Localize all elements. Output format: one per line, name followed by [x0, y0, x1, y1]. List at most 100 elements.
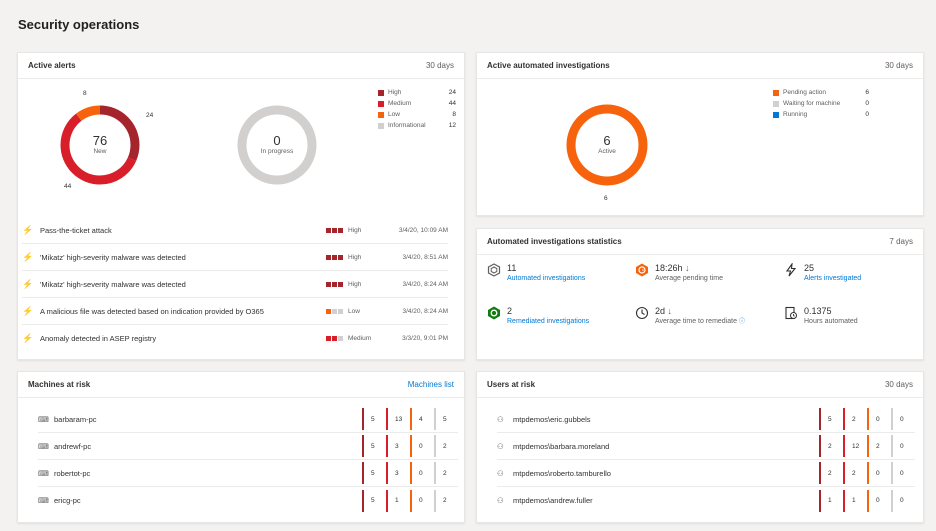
legend-item-pending[interactable]: Pending action 6 [773, 87, 869, 98]
machines-at-risk-card: Machines at risk Machines list ⌨ barbara… [17, 371, 465, 523]
stat-remediated-investigations: 2 Remediated investigations [487, 306, 589, 327]
active-alerts-range[interactable]: 30 days [426, 61, 454, 70]
arrow-down-icon: ↓ [685, 263, 690, 273]
user-row[interactable]: ⚇ mtpdemos\barbara.moreland 2 12 2 0 [497, 433, 915, 460]
info-icon[interactable]: ⓘ [739, 319, 745, 325]
stats-header: Automated investigations statistics 7 da… [477, 229, 923, 255]
person-icon: ⚇ [497, 496, 504, 505]
alerts-legend: High 24 Medium 44 Low 8 Informational 12 [378, 87, 456, 131]
medium-count: 2 [843, 408, 867, 430]
alert-row[interactable]: ⚡ Anomaly detected in ASEP registry Medi… [22, 325, 448, 352]
investigations-legend: Pending action 6 Waiting for machine 0 Run… [773, 87, 869, 120]
stat-hours-automated: 0.1375 Hours automated [784, 306, 858, 327]
new-alerts-label: New [93, 148, 107, 155]
machine-row[interactable]: ⌨ ericg-pc 5 1 0 2 [38, 487, 458, 514]
low-count: 0 [410, 435, 434, 457]
laptop-icon: ⌨ [38, 468, 49, 478]
lightning-icon: ⚡ [22, 224, 34, 235]
alert-row[interactable]: ⚡ 'Mikatz' high-severity malware was det… [22, 271, 448, 298]
auto-investigations-card: Active automated investigations 30 days … [476, 52, 924, 216]
users-at-risk-card: Users at risk 30 days ⚇ mtpdemos\eric.gu… [476, 371, 924, 523]
medium-count: 12 [843, 435, 867, 457]
legend-item-running[interactable]: Running 0 [773, 109, 869, 120]
callout-pending: 6 [604, 195, 608, 202]
clock-icon [635, 306, 649, 320]
alert-row[interactable]: ⚡ A malicious file was detected based on… [22, 298, 448, 325]
lightning-icon: ⚡ [22, 278, 34, 289]
legend-swatch [378, 89, 384, 96]
callout-high: 24 [146, 112, 154, 119]
legend-swatch [773, 100, 779, 107]
high-count: 5 [362, 462, 386, 484]
auto-investigations-header: Active automated investigations 30 days [477, 53, 923, 79]
lightning-icon: ⚡ [22, 305, 34, 316]
severity-indicator: High [326, 254, 388, 261]
machine-row[interactable]: ⌨ barbaram-pc 5 13 4 5 [38, 406, 458, 433]
alert-row[interactable]: ⚡ Pass-the-ticket attack High 3/4/20, 10… [22, 217, 448, 244]
medium-count: 1 [843, 489, 867, 512]
severity-indicator: Medium [326, 335, 388, 342]
user-row[interactable]: ⚇ mtpdemos\andrew.fuller 1 1 0 0 [497, 487, 915, 514]
in-progress-count: 0 [273, 133, 281, 148]
person-icon: ⚇ [497, 468, 504, 478]
machines-header: Machines at risk Machines list [18, 372, 464, 398]
medium-count: 3 [386, 462, 410, 484]
laptop-icon: ⌨ [38, 441, 49, 451]
users-header: Users at risk 30 days [477, 372, 923, 398]
low-count: 0 [410, 462, 434, 484]
stat-average-pending-time: 18:26h ↓ Average pending time [635, 263, 723, 284]
legend-swatch [378, 122, 384, 129]
remediated-investigations-link[interactable]: Remediated investigations [507, 317, 589, 327]
stats-range[interactable]: 7 days [889, 237, 913, 246]
hexagon-icon [487, 263, 501, 277]
alert-bolt-icon [785, 263, 797, 277]
alerts-investigated-link[interactable]: Alerts investigated [804, 274, 861, 284]
new-alerts-center: 76 New [60, 133, 140, 155]
high-count: 2 [819, 462, 843, 484]
medium-count: 2 [843, 462, 867, 484]
stat-average-time-to-remediate: 2d ↓ Average time to remediate ⓘ [635, 306, 745, 327]
high-count: 2 [819, 435, 843, 457]
medium-count: 3 [386, 435, 410, 457]
informational-count: 0 [891, 462, 915, 484]
remediated-hexagon-icon [488, 306, 500, 320]
low-count: 0 [867, 408, 891, 430]
legend-item-high[interactable]: High 24 [378, 87, 456, 98]
stat-automated-investigations: 11 Automated investigations [487, 263, 585, 284]
automated-investigations-link[interactable]: Automated investigations [507, 274, 585, 284]
legend-item-medium[interactable]: Medium 44 [378, 98, 456, 109]
users-range[interactable]: 30 days [885, 380, 913, 389]
auto-investigations-range[interactable]: 30 days [885, 61, 913, 70]
informational-count: 2 [434, 489, 458, 512]
low-count: 0 [867, 489, 891, 512]
page-title: Security operations [18, 17, 140, 32]
high-count: 1 [819, 489, 843, 512]
low-count: 4 [410, 408, 434, 430]
legend-swatch [378, 111, 384, 118]
machines-list-link[interactable]: Machines list [408, 380, 454, 389]
informational-count: 2 [434, 435, 458, 457]
user-row[interactable]: ⚇ mtpdemos\roberto.tamburello 2 2 0 0 [497, 460, 915, 487]
legend-item-low[interactable]: Low 8 [378, 109, 456, 120]
legend-item-informational[interactable]: Informational 12 [378, 120, 456, 131]
legend-item-waiting[interactable]: Waiting for machine 0 [773, 98, 869, 109]
severity-indicator: Low [326, 308, 388, 315]
lightning-icon: ⚡ [22, 333, 34, 343]
active-investigations-center: 6 Active [567, 133, 647, 155]
severity-indicator: High [326, 281, 388, 288]
machine-row[interactable]: ⌨ robertot-pc 5 3 0 2 [38, 460, 458, 487]
callout-low: 8 [83, 90, 87, 97]
lightning-icon: ⚡ [22, 251, 34, 262]
stat-alerts-investigated: 25 Alerts investigated [784, 263, 861, 284]
active-alerts-title: Active alerts [28, 61, 76, 70]
informational-count: 0 [891, 435, 915, 457]
callout-medium: 44 [64, 183, 72, 190]
legend-swatch [378, 100, 384, 107]
active-alerts-header: Active alerts 30 days [18, 53, 464, 79]
low-count: 0 [867, 462, 891, 484]
machine-row[interactable]: ⌨ andrewf-pc 5 3 0 2 [38, 433, 458, 460]
alert-row[interactable]: ⚡ 'Mikatz' high-severity malware was det… [22, 244, 448, 271]
document-clock-icon [785, 306, 797, 320]
person-icon: ⚇ [497, 441, 504, 451]
user-row[interactable]: ⚇ mtpdemos\eric.gubbels 5 2 0 0 [497, 406, 915, 433]
